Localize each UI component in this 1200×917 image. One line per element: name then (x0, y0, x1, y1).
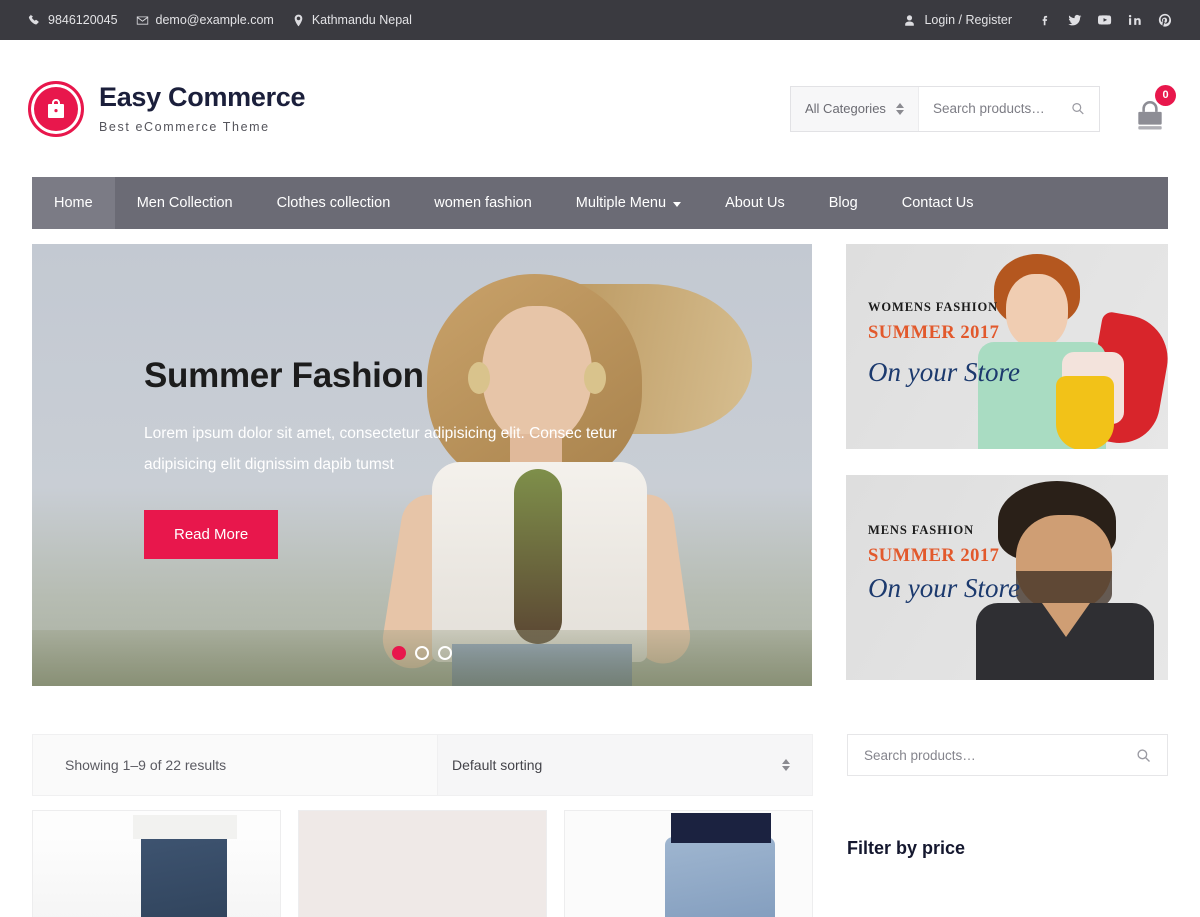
select-arrows-icon (782, 759, 790, 771)
nav-item-blog[interactable]: Blog (807, 177, 880, 229)
nav-item-multiple-menu[interactable]: Multiple Menu (554, 177, 703, 229)
nav-label: Home (54, 195, 93, 211)
slider-dot-3[interactable] (438, 646, 452, 660)
product-card-1[interactable] (32, 810, 281, 917)
pinterest-icon[interactable] (1150, 0, 1180, 40)
brand-tagline: Best eCommerce Theme (99, 119, 270, 134)
main-navigation: Home Men Collection Clothes collection w… (32, 177, 1168, 229)
promo-banner-mens[interactable]: MENS FASHION SUMMER 2017 On your Store (846, 475, 1168, 680)
phone-item[interactable]: 9846120045 (28, 13, 118, 27)
promo-banner-womens[interactable]: WOMENS FASHION SUMMER 2017 On your Store (846, 244, 1168, 449)
slide-description: Lorem ipsum dolor sit amet, consectetur … (144, 425, 617, 473)
nav-label: Blog (828, 195, 858, 211)
nav-label: Men Collection (136, 195, 233, 211)
linkedin-icon[interactable] (1120, 0, 1150, 40)
nav-item-men-collection[interactable]: Men Collection (115, 177, 255, 229)
nav-label: Multiple Menu (575, 195, 667, 211)
search-icon[interactable] (1071, 101, 1085, 116)
banner-kicker: WOMENS FASHION (868, 300, 999, 314)
facebook-icon[interactable] (1030, 0, 1060, 40)
header-actions: All Categories 0 (790, 84, 1176, 132)
chevron-down-icon (673, 201, 682, 207)
user-icon (905, 14, 915, 26)
sorting-select-value: Default sorting (452, 757, 543, 773)
banner-text-block: WOMENS FASHION SUMMER 2017 On your Store (868, 300, 1020, 388)
banner-kicker: MENS FASHION (868, 523, 975, 537)
shop-section: Showing 1–9 of 22 results Default sortin… (0, 686, 1200, 917)
nav-label: women fashion (434, 195, 532, 211)
sidebar-search-box (847, 734, 1168, 776)
cart-count-badge: 0 (1155, 84, 1176, 106)
shop-toolbar: Showing 1–9 of 22 results Default sortin… (32, 734, 813, 796)
nav-label: Contact Us (901, 195, 974, 211)
nav-item-home[interactable]: Home (32, 177, 115, 229)
email-item[interactable]: demo@example.com (136, 13, 274, 27)
banner-season: SUMMER 2017 (868, 323, 1000, 343)
banner-season: SUMMER 2017 (868, 546, 1000, 566)
location-item[interactable]: Kathmandu Nepal (292, 13, 412, 27)
filter-by-price-title: Filter by price (847, 838, 966, 858)
product-card-2[interactable] (298, 810, 547, 917)
category-select-value: All Categories (805, 101, 886, 116)
login-register-label: Login / Register (924, 13, 1012, 27)
banner-text-block: MENS FASHION SUMMER 2017 On your Store (868, 523, 1020, 604)
cart-button[interactable]: 0 (1128, 84, 1176, 131)
brand-title: Easy Commerce (99, 82, 306, 113)
nav-item-about-us[interactable]: About Us (703, 177, 807, 229)
top-bar: 9846120045 demo@example.com Kathmandu Ne… (0, 0, 1200, 40)
header-search-field-wrap (919, 101, 1099, 116)
slider-dot-2[interactable] (415, 646, 429, 660)
shop-main-column: Showing 1–9 of 22 results Default sortin… (32, 734, 813, 917)
hero-slider[interactable]: Summer Fashion Lorem ipsum dolor sit ame… (32, 244, 812, 686)
shop-sidebar: Filter by price (847, 734, 1168, 917)
shopping-bag-logo-icon (28, 80, 84, 137)
slider-dots (32, 646, 812, 660)
sidebar-search-input[interactable] (864, 747, 1136, 763)
slide-content: Summer Fashion Lorem ipsum dolor sit ame… (144, 356, 664, 559)
twitter-icon[interactable] (1060, 0, 1090, 40)
promo-banners: WOMENS FASHION SUMMER 2017 On your Store… (846, 244, 1168, 686)
banner-script: On your Store (868, 357, 1020, 387)
header-search-box: All Categories (790, 85, 1100, 132)
sorting-select[interactable]: Default sorting (437, 735, 812, 795)
slide-title: Summer Fashion (144, 356, 424, 395)
select-arrows-icon (895, 102, 904, 115)
product-image (33, 811, 280, 917)
envelope-icon (136, 15, 148, 25)
top-bar-account-group: Login / Register (903, 0, 1180, 40)
map-pin-icon (294, 14, 303, 26)
nav-item-women-fashion[interactable]: women fashion (412, 177, 554, 229)
product-image (565, 811, 812, 917)
phone-icon (28, 14, 39, 24)
product-card-3[interactable] (564, 810, 813, 917)
slider-dot-1[interactable] (392, 646, 406, 660)
nav-label: About Us (725, 195, 785, 211)
banner-script: On your Store (868, 573, 1020, 603)
top-bar-contact-group: 9846120045 demo@example.com Kathmandu Ne… (28, 13, 412, 27)
product-grid (32, 810, 813, 917)
category-select[interactable]: All Categories (791, 86, 919, 131)
hero-section: Summer Fashion Lorem ipsum dolor sit ame… (0, 229, 1200, 686)
nav-item-clothes-collection[interactable]: Clothes collection (255, 177, 413, 229)
brand-logo[interactable]: Easy Commerce Best eCommerce Theme (28, 80, 306, 137)
login-register-link[interactable]: Login / Register (903, 13, 1012, 27)
header-search-input[interactable] (932, 101, 1072, 116)
youtube-icon[interactable] (1090, 0, 1120, 40)
main-navigation-wrap: Home Men Collection Clothes collection w… (0, 177, 1200, 229)
phone-text: 9846120045 (48, 13, 118, 27)
location-text: Kathmandu Nepal (311, 13, 412, 27)
email-text: demo@example.com (155, 13, 274, 27)
search-icon[interactable] (1136, 748, 1151, 763)
nav-item-contact-us[interactable]: Contact Us (880, 177, 996, 229)
read-more-button[interactable]: Read More (144, 510, 279, 559)
nav-label: Clothes collection (276, 195, 391, 211)
product-image (299, 811, 546, 917)
site-header: Easy Commerce Best eCommerce Theme All C… (0, 40, 1200, 177)
result-count: Showing 1–9 of 22 results (65, 757, 227, 773)
